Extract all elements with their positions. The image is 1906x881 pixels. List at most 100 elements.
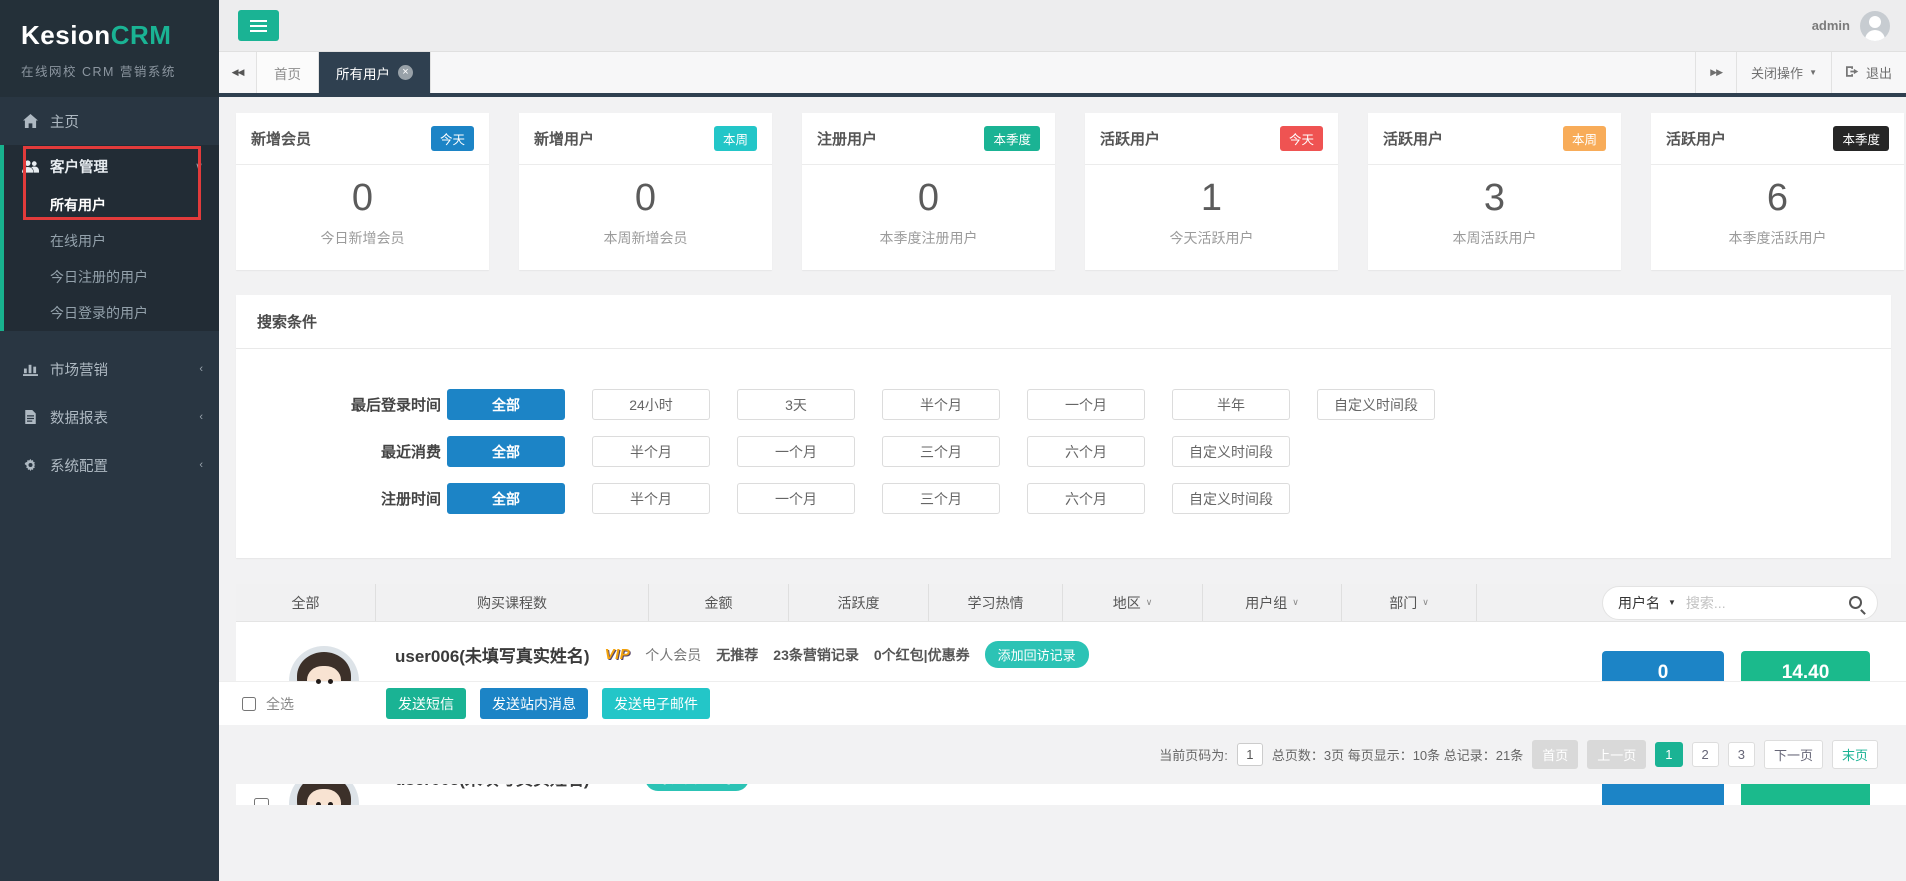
filter-option[interactable]: 自定义时间段 <box>1172 483 1290 514</box>
filter-option[interactable]: 半年 <box>1172 389 1290 420</box>
sidebar-item-customer[interactable]: 客户管理 ∨ <box>4 145 219 187</box>
search-field-selector[interactable]: 用户名 <box>1618 593 1660 613</box>
filter-row-last-login: 最后登录时间 全部 24小时 3天 半个月 一个月 半年 自定义时间段 <box>236 389 1891 420</box>
page-footer: 全选 发送短信 发送站内消息 发送电子邮件 当前页码为: 总页数：3页 每页显示… <box>219 681 1906 881</box>
tab-label: 所有用户 <box>336 63 390 83</box>
stat-card: 活跃用户本周 3 本周活跃用户 <box>1368 113 1621 270</box>
filter-option[interactable]: 全部 <box>447 483 565 514</box>
filter-option[interactable]: 半个月 <box>882 389 1000 420</box>
sidebar-nav: 主页 客户管理 ∨ 所有用户 在线用户 今日注册的用户 今日登录的用户 <box>0 97 219 489</box>
caret-down-icon[interactable]: ▼ <box>1668 598 1676 607</box>
stat-card: 活跃用户今天 1 今天活跃用户 <box>1085 113 1338 270</box>
sidebar-item-label: 市场营销 <box>50 359 108 380</box>
filter-option[interactable]: 六个月 <box>1027 436 1145 467</box>
filter-option[interactable]: 全部 <box>447 436 565 467</box>
current-page-label: 当前页码为: <box>1159 745 1228 764</box>
close-operations-dropdown[interactable]: 关闭操作 ▼ <box>1736 52 1831 93</box>
stat-card: 注册用户本季度 0 本季度注册用户 <box>802 113 1055 270</box>
sidebar-subitem-all-users[interactable]: 所有用户 <box>4 187 219 223</box>
referral-status: 无推荐 <box>716 645 758 665</box>
sidebar-group-customer: 客户管理 ∨ 所有用户 在线用户 今日注册的用户 今日登录的用户 <box>0 145 219 331</box>
search-input[interactable] <box>1684 594 1841 612</box>
send-site-message-button[interactable]: 发送站内消息 <box>480 688 588 719</box>
chevron-left-icon: ‹ <box>199 363 203 375</box>
top-header-bar: admin <box>219 0 1906 52</box>
stat-value: 0 <box>236 177 489 220</box>
status-badge: 今天 <box>431 126 474 151</box>
column-header-department-dropdown[interactable]: 部门∨ <box>1341 584 1476 621</box>
filter-option[interactable]: 自定义时间段 <box>1172 436 1290 467</box>
filter-option[interactable]: 六个月 <box>1027 483 1145 514</box>
column-header-all: 全部 <box>236 584 375 621</box>
next-page-button[interactable]: 下一页 <box>1764 740 1823 769</box>
page-number-input[interactable] <box>1237 743 1263 766</box>
last-page-button[interactable]: 末页 <box>1832 740 1878 769</box>
sidebar-item-label: 系统配置 <box>50 455 108 476</box>
stat-value: 6 <box>1651 177 1904 220</box>
sidebar: KesionCRM 在线网校 CRM 营销系统 主页 客户管理 ∨ 所有 <box>0 0 219 881</box>
sidebar-item-settings[interactable]: 系统配置 ‹ <box>0 441 219 489</box>
logout-button[interactable]: 退出 <box>1831 52 1906 93</box>
sidebar-subitem-today-logged-in[interactable]: 今日登录的用户 <box>4 295 219 331</box>
filter-option[interactable]: 全部 <box>447 389 565 420</box>
page-button-3[interactable]: 3 <box>1728 742 1755 767</box>
send-sms-button[interactable]: 发送短信 <box>386 688 466 719</box>
column-header-passion: 学习热情 <box>928 584 1062 621</box>
vip-badge: VIP <box>605 646 631 663</box>
stat-subtitle: 本周活跃用户 <box>1368 228 1621 248</box>
column-header-usergroup-dropdown[interactable]: 用户组∨ <box>1202 584 1341 621</box>
filter-option[interactable]: 一个月 <box>737 483 855 514</box>
tab-all-users[interactable]: 所有用户 × <box>319 52 431 93</box>
sidebar-subitem-online-users[interactable]: 在线用户 <box>4 223 219 259</box>
filter-row-register-time: 注册时间 全部 半个月 一个月 三个月 六个月 自定义时间段 <box>236 483 1891 514</box>
stat-subtitle: 本季度活跃用户 <box>1651 228 1904 248</box>
first-page-button[interactable]: 首页 <box>1532 740 1578 769</box>
sidebar-item-marketing[interactable]: 市场营销 ‹ <box>0 345 219 393</box>
table-search-box: 用户名 ▼ <box>1602 586 1878 620</box>
status-badge: 本季度 <box>984 126 1040 151</box>
sidebar-toggle-button[interactable] <box>238 10 279 41</box>
page-button-1[interactable]: 1 <box>1655 742 1682 767</box>
filter-option[interactable]: 一个月 <box>737 436 855 467</box>
menu-icon <box>250 20 267 22</box>
search-icon[interactable] <box>1849 596 1862 609</box>
users-icon <box>22 159 39 173</box>
tab-home[interactable]: 首页 <box>257 52 319 93</box>
stat-subtitle: 本周新增会员 <box>519 228 772 248</box>
column-header-amount: 金额 <box>648 584 788 621</box>
column-header-region-dropdown[interactable]: 地区∨ <box>1062 584 1202 621</box>
filter-option[interactable]: 一个月 <box>1027 389 1145 420</box>
scroll-tabs-right-button[interactable]: ▶▶ <box>1695 52 1736 93</box>
report-icon <box>22 410 39 424</box>
coupons-count: 0个红包|优惠券 <box>874 645 970 665</box>
filter-option[interactable]: 自定义时间段 <box>1317 389 1435 420</box>
member-type: 个人会员 <box>645 645 701 665</box>
sidebar-item-label: 数据报表 <box>50 407 108 428</box>
add-visit-record-button[interactable]: 添加回访记录 <box>985 641 1089 668</box>
prev-page-button[interactable]: 上一页 <box>1587 740 1646 769</box>
filter-option[interactable]: 3天 <box>737 389 855 420</box>
filter-option[interactable]: 半个月 <box>592 483 710 514</box>
filter-option[interactable]: 24小时 <box>592 389 710 420</box>
sidebar-item-home[interactable]: 主页 <box>0 97 219 145</box>
select-all-checkbox[interactable] <box>242 697 256 711</box>
stat-cards-row: 新增会员今天 0 今日新增会员 新增用户本周 0 本周新增会员 注册用户本季度 … <box>236 113 1906 270</box>
close-icon[interactable]: × <box>398 65 413 80</box>
stat-subtitle: 今日新增会员 <box>236 228 489 248</box>
scroll-tabs-left-button[interactable]: ◀◀ <box>219 52 257 93</box>
send-email-button[interactable]: 发送电子邮件 <box>602 688 710 719</box>
sidebar-item-reports[interactable]: 数据报表 ‹ <box>0 393 219 441</box>
status-badge: 本周 <box>714 126 757 151</box>
column-header-courses: 购买课程数 <box>375 584 648 621</box>
user-avatar-button[interactable] <box>1860 11 1890 41</box>
tab-bar: ◀◀ 首页 所有用户 × ▶▶ 关闭操作 ▼ 退出 <box>219 52 1906 97</box>
filter-option[interactable]: 三个月 <box>882 436 1000 467</box>
filter-option[interactable]: 三个月 <box>882 483 1000 514</box>
filter-option[interactable]: 半个月 <box>592 436 710 467</box>
user-name: user006(未填写真实姓名) <box>395 642 590 667</box>
bulk-action-bar: 全选 发送短信 发送站内消息 发送电子邮件 <box>219 681 1906 725</box>
sidebar-subitem-today-registered[interactable]: 今日注册的用户 <box>4 259 219 295</box>
pagination-bar: 当前页码为: 总页数：3页 每页显示：10条 总记录：21条 首页 上一页 1 … <box>219 725 1906 784</box>
page-button-2[interactable]: 2 <box>1692 742 1719 767</box>
column-header-activity: 活跃度 <box>788 584 928 621</box>
